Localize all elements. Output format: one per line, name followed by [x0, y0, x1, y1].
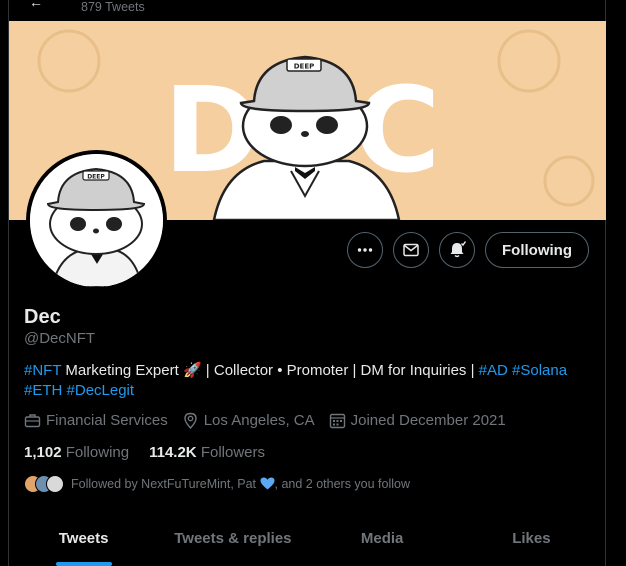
tab-tweets-and-replies[interactable]: Tweets & replies [158, 516, 307, 566]
tab-label: Tweets [58, 530, 109, 547]
location-item: Los Angeles, CA [182, 412, 315, 429]
message-button[interactable] [393, 232, 430, 268]
profile-actions: Following [347, 232, 589, 268]
followed-by[interactable]: Followed by NextFuTureMint, Pat , and 2 … [24, 475, 410, 493]
avatar-illustration: DEEP [30, 154, 163, 287]
message-icon [403, 243, 419, 257]
profile-bio: #NFT Marketing Expert 🚀 | Collector • Pr… [24, 361, 594, 401]
followers-stat[interactable]: 114.2K Followers [149, 444, 265, 461]
category-item: Financial Services [24, 412, 168, 429]
top-bar: ← 879 Tweets [9, 0, 605, 20]
tab-likes[interactable]: Likes [457, 516, 606, 566]
hashtag-eth[interactable]: #ETH [24, 382, 62, 399]
following-button[interactable]: Following [485, 232, 589, 268]
follower-avatars [24, 475, 64, 493]
hashtag-ad[interactable]: #AD [479, 362, 508, 379]
profile-name: Dec [24, 306, 61, 328]
tab-label: Tweets & replies [174, 530, 292, 547]
tab-tweets[interactable]: Tweets [9, 516, 158, 566]
followers-count: 114.2K [149, 444, 197, 461]
profile-meta: Financial Services Los Angeles, CA Joine… [24, 412, 506, 429]
followed-by-text: Followed by NextFuTureMint, Pat [71, 477, 257, 491]
notification-bell-icon [450, 241, 467, 258]
more-button[interactable] [347, 232, 384, 268]
joined-text: Joined December 2021 [350, 412, 506, 429]
profile-avatar[interactable]: DEEP [26, 150, 167, 291]
blue-heart-icon [260, 477, 275, 490]
profile-tabs: Tweets Tweets & replies Media Likes [9, 516, 606, 566]
hashtag-declegit[interactable]: #DecLegit [67, 382, 135, 399]
following-count: 1,102 [24, 444, 62, 461]
following-label: Following [65, 444, 130, 461]
following-stat[interactable]: 1,102 Following [24, 444, 129, 461]
profile-page: ← 879 Tweets DEC DEEP [8, 0, 606, 566]
follower-avatar [46, 475, 64, 493]
notifications-button[interactable] [439, 232, 476, 268]
tab-media[interactable]: Media [308, 516, 457, 566]
bio-text: Marketing Expert 🚀 | Collector • Promote… [61, 362, 479, 379]
tab-label: Likes [512, 530, 551, 547]
tab-label: Media [360, 530, 404, 547]
followed-by-text-rest: , and 2 others you follow [274, 477, 411, 491]
back-arrow-icon[interactable]: ← [29, 0, 43, 10]
briefcase-icon [24, 414, 41, 428]
avatar-hat-label: DEEP [87, 174, 105, 181]
hashtag-nft[interactable]: #NFT [24, 362, 61, 379]
profile-stats: 1,102 Following 114.2K Followers [24, 444, 265, 461]
followers-label: Followers [200, 444, 265, 461]
hat-label: DEEP [294, 63, 315, 71]
joined-item: Joined December 2021 [329, 412, 506, 429]
active-tab-indicator [55, 562, 112, 566]
more-icon [357, 248, 373, 252]
category-text: Financial Services [46, 412, 168, 429]
profile-handle: @DecNFT [24, 330, 96, 347]
hashtag-solana[interactable]: #Solana [512, 362, 567, 379]
calendar-icon [329, 413, 345, 429]
location-text: Los Angeles, CA [203, 412, 315, 429]
tweet-count: 879 Tweets [81, 0, 145, 14]
location-icon [184, 412, 197, 429]
